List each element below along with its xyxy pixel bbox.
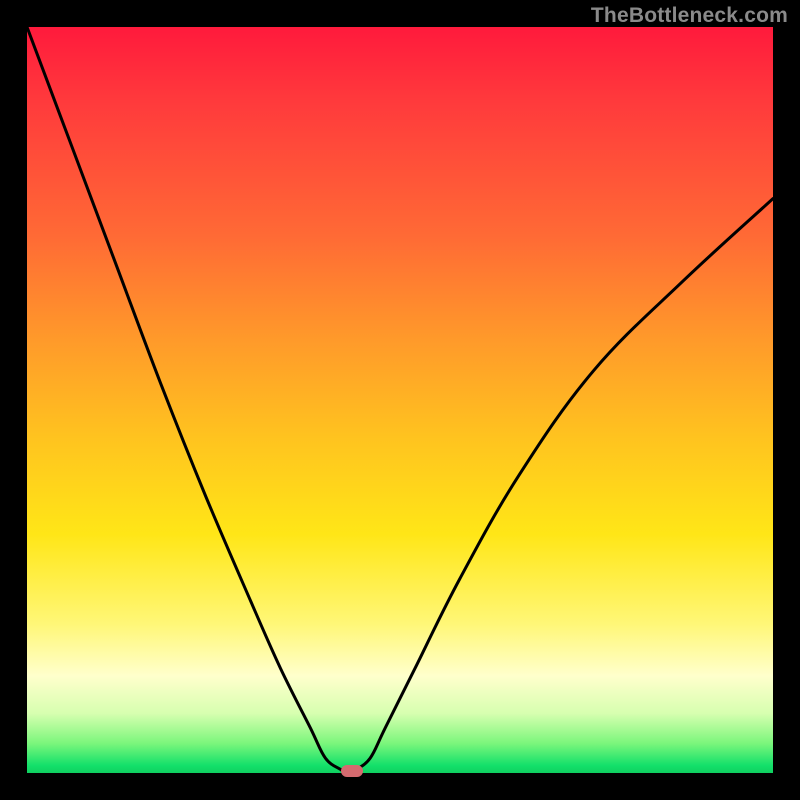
watermark-text: TheBottleneck.com (591, 4, 788, 28)
bottleneck-curve (27, 27, 773, 773)
optimal-marker (341, 765, 363, 777)
chart-plot-area (27, 27, 773, 773)
chart-frame: TheBottleneck.com (0, 0, 800, 800)
